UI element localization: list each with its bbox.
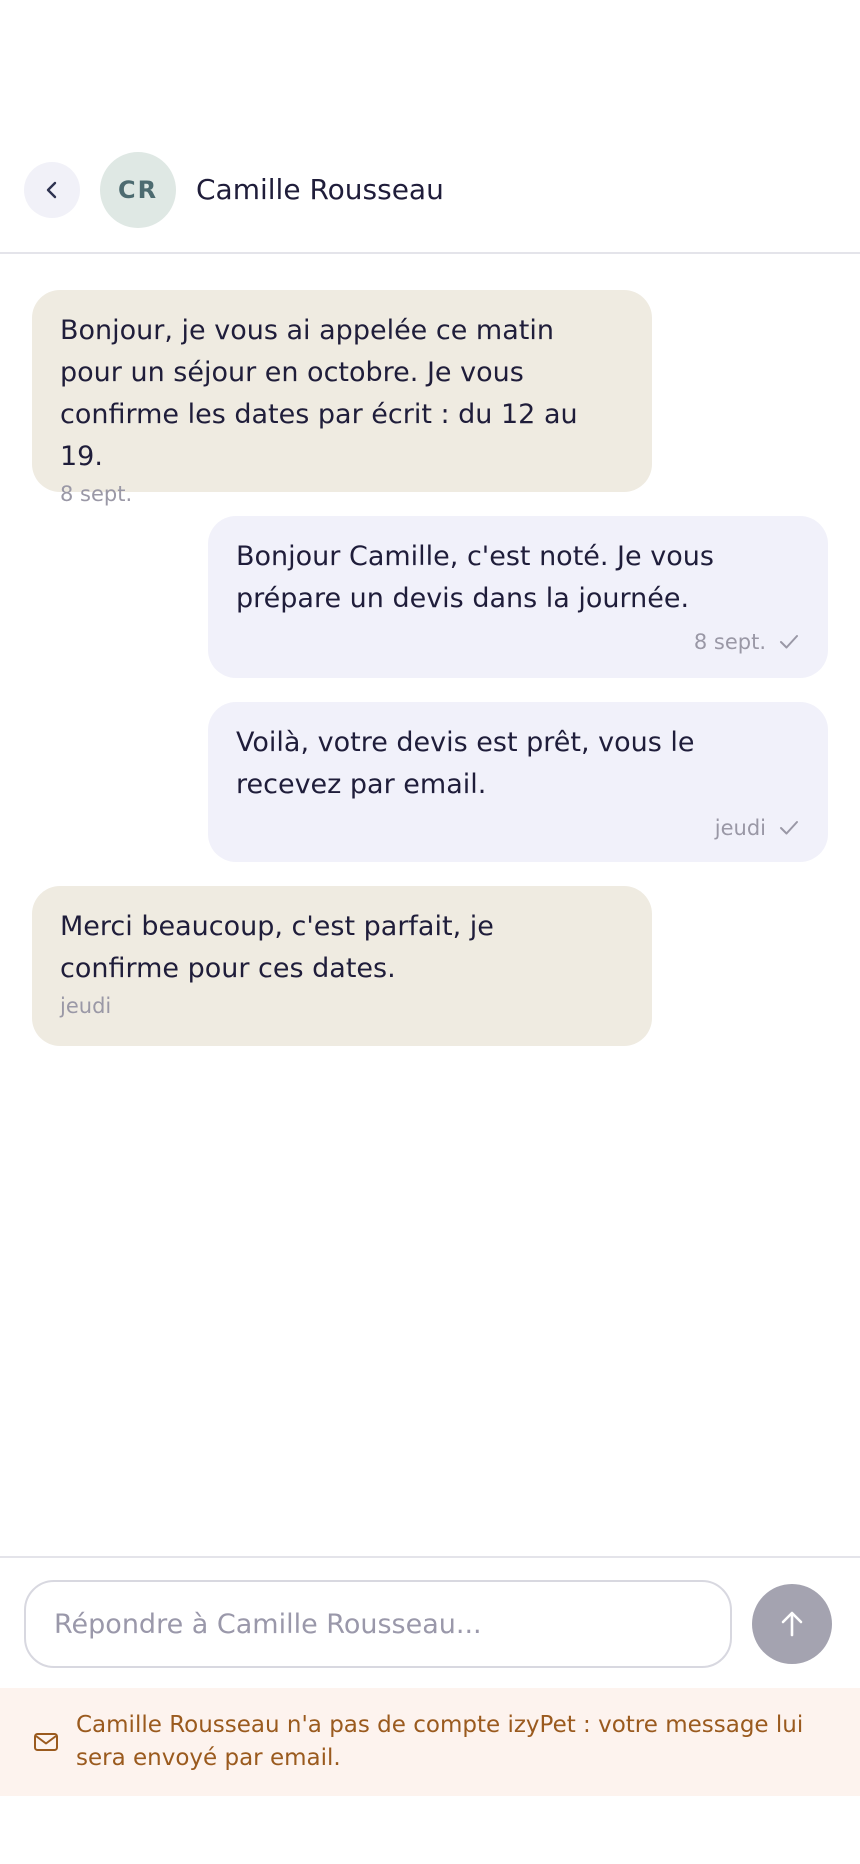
conversation-header: CR Camille Rousseau [0, 0, 860, 254]
incoming-message: Merci beaucoup, c'est parfait, je confir… [32, 886, 652, 1046]
avatar-initials: CR [117, 176, 159, 204]
outgoing-message: Bonjour Camille, c'est noté. Je vous pré… [208, 516, 828, 678]
send-button[interactable] [752, 1584, 832, 1664]
avatar: CR [100, 152, 176, 228]
mail-icon [32, 1728, 60, 1756]
message-text: Bonjour, je vous ai appelée ce matin pou… [60, 315, 578, 472]
back-button[interactable] [24, 162, 80, 218]
message-text: Bonjour Camille, c'est noté. Je vous pré… [236, 541, 714, 614]
message-meta: 8 sept. [236, 630, 800, 654]
notice-text: Camille Rousseau n'a pas de compte izyPe… [76, 1712, 804, 1771]
contact-name: Camille Rousseau [196, 173, 444, 206]
email-notice: Camille Rousseau n'a pas de compte izyPe… [0, 1688, 860, 1796]
arrow-up-icon [775, 1607, 809, 1641]
message-composer [0, 1556, 860, 1688]
chevron-left-icon [40, 178, 64, 202]
incoming-message: Bonjour, je vous ai appelée ce matin pou… [32, 290, 652, 506]
message-text: Voilà, votre devis est prêt, vous le rec… [236, 727, 695, 800]
message-time: 8 sept. [60, 482, 133, 506]
message-time: jeudi [60, 994, 112, 1018]
message-meta: jeudi [60, 994, 624, 1018]
message-time: 8 sept. [693, 630, 766, 654]
message-meta: jeudi [236, 816, 800, 840]
message-meta: 8 sept. [60, 482, 624, 506]
check-icon [778, 631, 800, 653]
check-icon [778, 817, 800, 839]
message-text: Merci beaucoup, c'est parfait, je confir… [60, 911, 494, 984]
outgoing-message: Voilà, votre devis est prêt, vous le rec… [208, 702, 828, 862]
message-time: jeudi [714, 816, 766, 840]
conversation-screen: CR Camille Rousseau Bonjour, je vous ai … [0, 0, 860, 1864]
reply-input[interactable] [24, 1580, 732, 1668]
